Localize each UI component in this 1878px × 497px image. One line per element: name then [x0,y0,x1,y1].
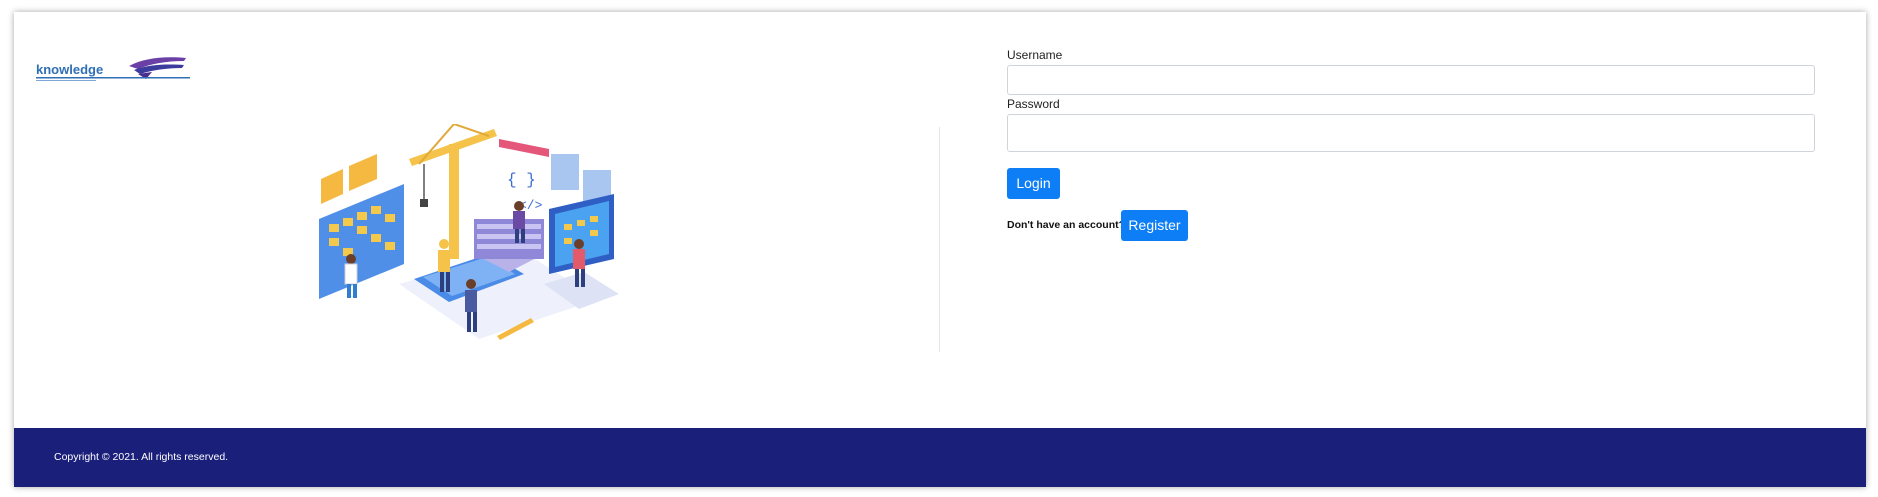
isometric-development-illustration: { } </> [319,124,619,340]
logo-text: knowledge [36,62,103,77]
password-input[interactable] [1007,114,1815,152]
username-input[interactable] [1007,65,1815,95]
svg-text:{ }: { } [507,171,536,189]
footer: Copyright © 2021. All rights reserved. [14,428,1866,487]
password-label: Password [1007,97,1060,111]
register-button[interactable]: Register [1121,210,1188,241]
username-label: Username [1007,48,1063,62]
register-prompt: Don't have an account? [1007,219,1126,231]
brand-logo: knowledge [36,57,190,81]
login-form: Username Password Login Don't have an ac… [1007,48,1815,241]
login-button[interactable]: Login [1007,168,1060,199]
copyright-text: Copyright © 2021. All rights reserved. [54,451,229,463]
login-card: knowledge { } </> Username Password Logi… [14,12,1866,487]
vertical-divider [939,127,940,352]
